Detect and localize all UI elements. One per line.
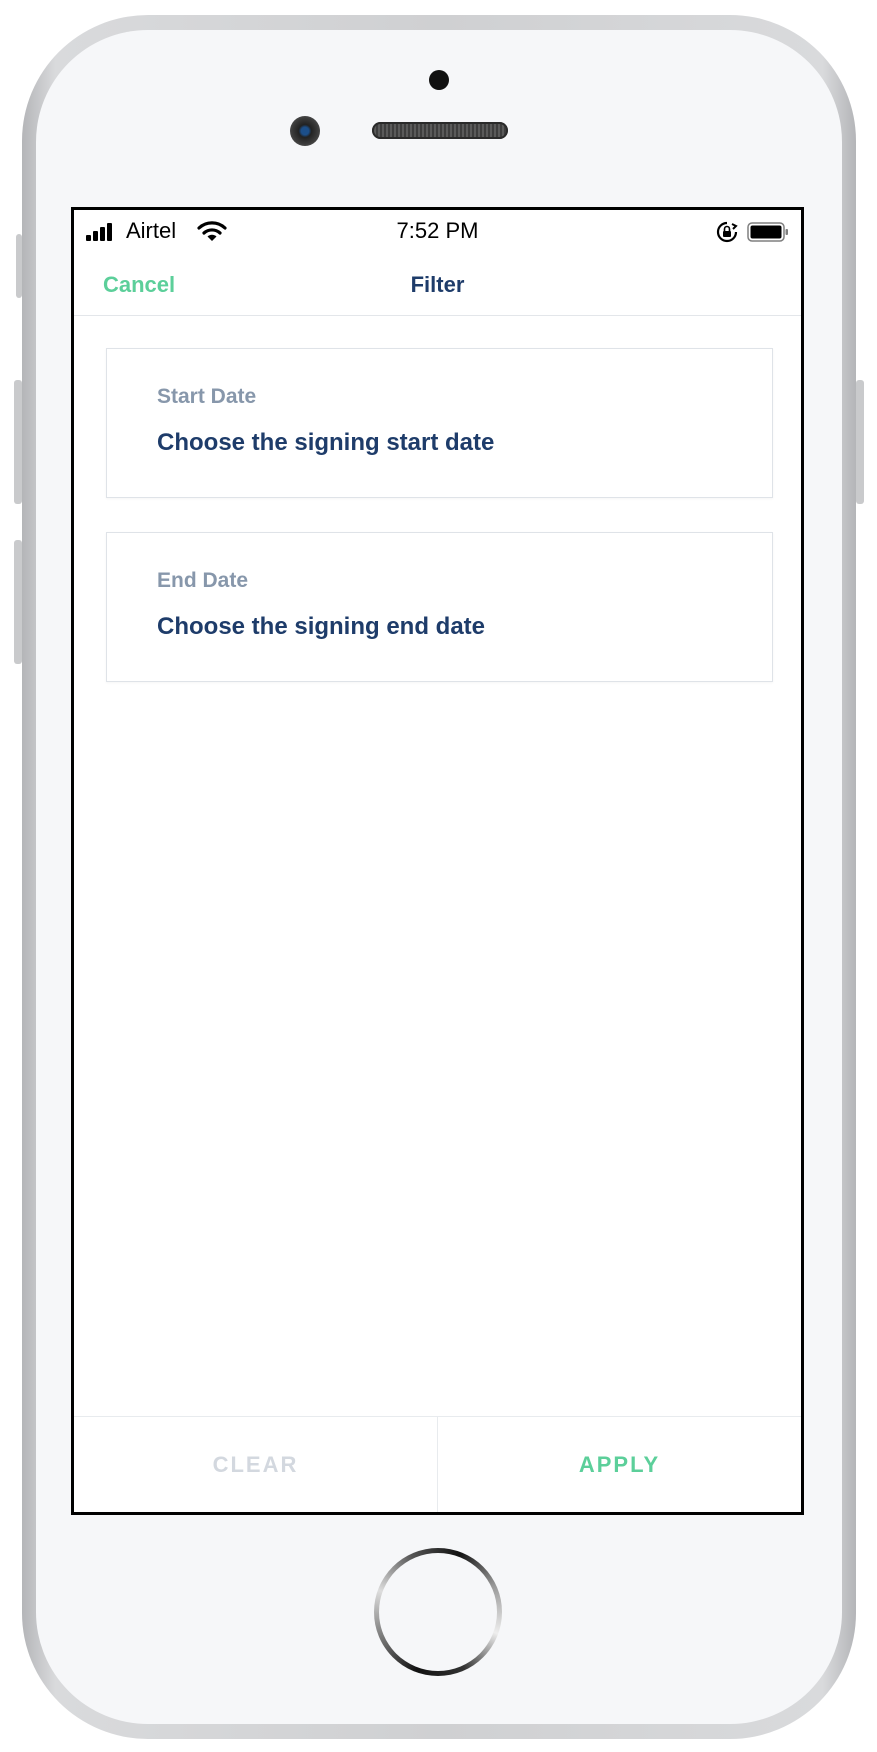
start-date-field[interactable]: Start Date Choose the signing start date (106, 348, 773, 498)
end-date-field[interactable]: End Date Choose the signing end date (106, 532, 773, 682)
apply-button[interactable]: APPLY (438, 1417, 801, 1512)
device-mockup: Airtel 7:52 PM Cancel Filter Start Date … (0, 0, 877, 1752)
volume-down-button (14, 540, 22, 664)
rotation-lock-icon (716, 221, 738, 243)
app-screen: Airtel 7:52 PM Cancel Filter Start Date … (71, 207, 804, 1515)
clear-button[interactable]: CLEAR (74, 1417, 438, 1512)
end-date-label: End Date (157, 569, 249, 592)
start-date-value: Choose the signing start date (157, 429, 495, 456)
end-date-value: Choose the signing end date (157, 613, 486, 640)
status-bar: Airtel 7:52 PM (74, 210, 801, 252)
start-date-label: Start Date (157, 385, 257, 408)
earpiece-speaker (372, 122, 508, 139)
battery-icon (747, 222, 788, 242)
navigation-bar: Cancel Filter (74, 252, 801, 316)
power-button (856, 380, 864, 504)
action-bar: CLEAR APPLY (74, 1416, 801, 1512)
page-title: Filter (410, 272, 465, 297)
front-camera (429, 70, 449, 90)
volume-up-button (14, 380, 22, 504)
camera-lens (290, 116, 320, 146)
home-button[interactable] (374, 1548, 502, 1676)
status-time: 7:52 PM (396, 218, 479, 243)
